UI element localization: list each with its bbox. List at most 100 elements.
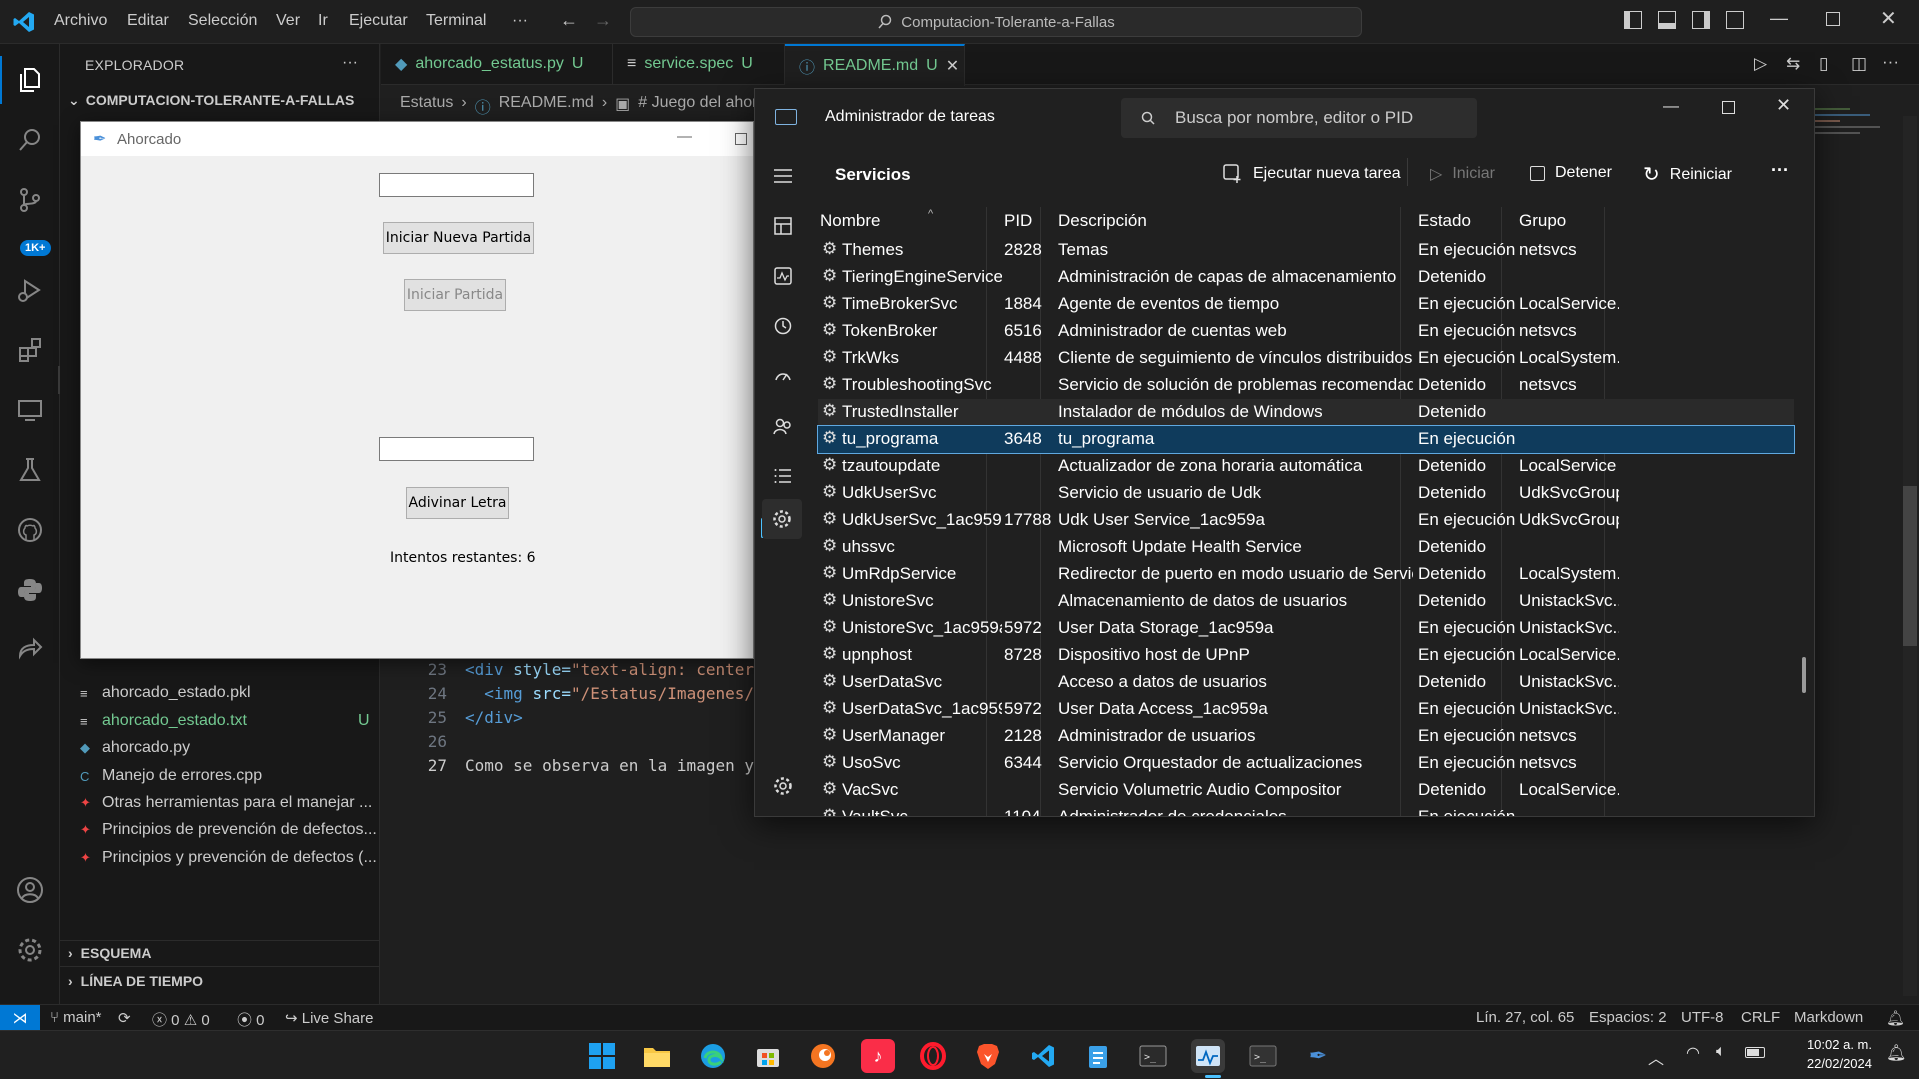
end-of-line[interactable]: CRLF: [1741, 1009, 1780, 1026]
windows-start-icon[interactable]: [585, 1039, 619, 1073]
toolbar-more-button[interactable]: ···: [1771, 160, 1789, 181]
performance-icon[interactable]: [769, 262, 797, 290]
explorer-icon[interactable]: [14, 64, 46, 96]
toggle-secondary-sidebar-icon[interactable]: [1692, 11, 1710, 29]
service-row[interactable]: ⚙ TrkWks 4488 Cliente de seguimiento de vín…: [818, 345, 1794, 372]
ports-indicator[interactable]: ⦿ 0: [237, 1009, 265, 1030]
minimap[interactable]: [1810, 104, 1890, 224]
file-item[interactable]: ≡ ahorcado_estado.txt U: [80, 708, 380, 734]
close-icon[interactable]: ✕: [1880, 6, 1897, 31]
search-icon[interactable]: [14, 124, 46, 156]
breadcrumb-symbol[interactable]: # Juego del ahorc: [638, 94, 765, 118]
startup-apps-icon[interactable]: [769, 362, 797, 390]
menu-archivo[interactable]: Archivo: [54, 12, 107, 30]
python-icon[interactable]: [14, 574, 46, 606]
language-mode[interactable]: Markdown: [1794, 1009, 1863, 1026]
letter-entry[interactable]: [379, 437, 534, 461]
task-manager-taskbar-icon[interactable]: [1191, 1039, 1225, 1073]
cursor-position[interactable]: Lín. 27, col. 65: [1476, 1009, 1574, 1026]
toggle-sidebar-icon[interactable]: [1624, 11, 1642, 29]
restart-service-button[interactable]: ↻ Reiniciar: [1643, 162, 1732, 187]
settings-gear-icon[interactable]: [14, 934, 46, 966]
run-icon[interactable]: ▷: [1754, 54, 1767, 74]
users-icon[interactable]: [769, 412, 797, 440]
service-row[interactable]: ⚙ UserDataSvc_1ac959a 5972 User Data Access…: [818, 696, 1794, 723]
service-row[interactable]: ⚙ TimeBrokerSvc 1884 Agente de eventos de t…: [818, 291, 1794, 318]
close-icon[interactable]: ✕: [946, 56, 959, 76]
live-share-button[interactable]: ↪ Live Share: [285, 1009, 373, 1027]
command-center[interactable]: Computacion-Tolerante-a-Fallas: [630, 7, 1362, 37]
github-icon[interactable]: [14, 514, 46, 546]
new-game-button[interactable]: Iniciar Nueva Partida: [383, 222, 534, 254]
run-new-task-button[interactable]: Ejecutar nueva tarea: [1223, 164, 1401, 184]
breadcrumb-file[interactable]: README.md: [499, 94, 594, 118]
service-row[interactable]: ⚙ UserDataSvc Acceso a datos de usuarios De…: [818, 669, 1794, 696]
vscode-taskbar-icon[interactable]: [1026, 1039, 1060, 1073]
crunchyroll-icon[interactable]: [806, 1039, 840, 1073]
guess-letter-button[interactable]: Adivinar Letra: [406, 487, 509, 519]
extensions-icon[interactable]: [14, 334, 46, 366]
branch-indicator[interactable]: ⑂ main*: [50, 1009, 102, 1026]
timeline-section[interactable]: › LÍNEA DE TIEMPO: [68, 973, 203, 989]
tab-service-spec[interactable]: ≡ service.spec U: [613, 44, 785, 84]
remote-explorer-icon[interactable]: [14, 394, 46, 426]
opera-browser-icon[interactable]: [916, 1039, 950, 1073]
account-icon[interactable]: [14, 874, 46, 906]
project-folder-header[interactable]: ⌄ COMPUTACION-TOLERANTE-A-FALLAS: [68, 92, 354, 109]
service-row[interactable]: ⚙ UserManager 2128 Administrador de usuario…: [818, 723, 1794, 750]
file-item[interactable]: ✦ Principios de prevención de defectos...: [80, 817, 380, 843]
app-history-icon[interactable]: [769, 312, 797, 340]
bell-icon[interactable]: 🔔︎: [1886, 1009, 1905, 1027]
terminal-icon[interactable]: >_: [1136, 1039, 1170, 1073]
tab-readme[interactable]: ⓘ README.md U ✕: [785, 44, 965, 86]
file-item[interactable]: ✦ Otras herramientas para el manejar ...: [80, 790, 380, 816]
run-debug-icon[interactable]: [14, 274, 46, 306]
service-row[interactable]: ⚙ TroubleshootingSvc Servicio de solución …: [818, 372, 1794, 399]
service-row[interactable]: ⚙ TokenBroker 6516 Administrador de cuentas…: [818, 318, 1794, 345]
menu-editar[interactable]: Editar: [127, 12, 169, 30]
problems-indicator[interactable]: ⓧ 0 ⚠ 0: [152, 1009, 210, 1030]
indentation[interactable]: Espacios: 2: [1589, 1009, 1667, 1026]
edge-browser-icon[interactable]: [696, 1039, 730, 1073]
service-row[interactable]: ⚙ VacSvc Servicio Volumetric Audio Composi…: [818, 777, 1794, 804]
tab-ahorcado-estatus[interactable]: ◆ ahorcado_estatus.py U: [381, 44, 613, 84]
forward-arrow-icon[interactable]: →: [594, 10, 612, 31]
maximize-icon[interactable]: [1722, 101, 1735, 114]
start-game-button[interactable]: Iniciar Partida: [404, 279, 506, 311]
service-row[interactable]: ⚙ uhssvc Microsoft Update Health Service De…: [818, 534, 1794, 561]
remote-indicator-icon[interactable]: ⋊: [0, 1005, 40, 1031]
column-header-state[interactable]: Estado: [1418, 211, 1471, 231]
file-item[interactable]: C Manejo de errores.cpp: [80, 763, 380, 789]
column-header-pid[interactable]: PID: [1004, 211, 1032, 231]
powershell-icon[interactable]: >_: [1246, 1039, 1280, 1073]
brave-browser-icon[interactable]: [971, 1039, 1005, 1073]
service-row[interactable]: ⚙ UdkUserSvc Servicio de usuario de Udk Det…: [818, 480, 1794, 507]
toggle-panel-icon[interactable]: [1658, 11, 1676, 29]
service-row[interactable]: ⚙ VaultSvc 1104 Administrador de credencial…: [818, 804, 1794, 816]
close-icon[interactable]: ✕: [1776, 95, 1791, 116]
service-row[interactable]: ⚙ UdkUserSvc_1ac959a 17788 Udk User Service…: [818, 507, 1794, 534]
service-row[interactable]: ⚙ TieringEngineService Administración de c…: [818, 264, 1794, 291]
notification-bell-icon[interactable]: 🔔︎: [1886, 1043, 1906, 1063]
start-service-button[interactable]: ▷ Iniciar: [1430, 164, 1495, 184]
file-item[interactable]: ✦ Principios y prevención de defectos (..…: [80, 845, 380, 871]
sync-icon[interactable]: ⟳: [118, 1009, 131, 1027]
menu-ejecutar[interactable]: Ejecutar: [349, 12, 408, 30]
table-scrollbar[interactable]: [1802, 657, 1806, 693]
restore-icon[interactable]: [1826, 12, 1840, 26]
column-header-description[interactable]: Descripción: [1058, 211, 1147, 231]
services-icon[interactable]: [762, 499, 802, 539]
service-row[interactable]: ⚙ Themes 2828 Temas En ejecución netsvcs: [818, 237, 1794, 264]
menu-terminal[interactable]: Terminal: [426, 12, 486, 30]
microsoft-store-icon[interactable]: [751, 1039, 785, 1073]
editor-scrollbar[interactable]: [1903, 116, 1917, 996]
compare-icon[interactable]: ⇆: [1786, 54, 1800, 74]
sidebar-more-button[interactable]: ···: [342, 54, 358, 72]
maximize-icon[interactable]: [735, 133, 747, 145]
minimize-icon[interactable]: —: [1770, 8, 1788, 29]
menu-seleccion[interactable]: Selección: [188, 12, 257, 30]
speaker-muted-icon[interactable]: 🔈︎: [1716, 1043, 1726, 1061]
service-row[interactable]: ⚙ tu_programa 3648 tu_programa En ejecución: [817, 425, 1795, 454]
menu-ir[interactable]: Ir: [318, 12, 328, 30]
file-item[interactable]: ≡ ahorcado_estado.pkl: [80, 680, 380, 706]
